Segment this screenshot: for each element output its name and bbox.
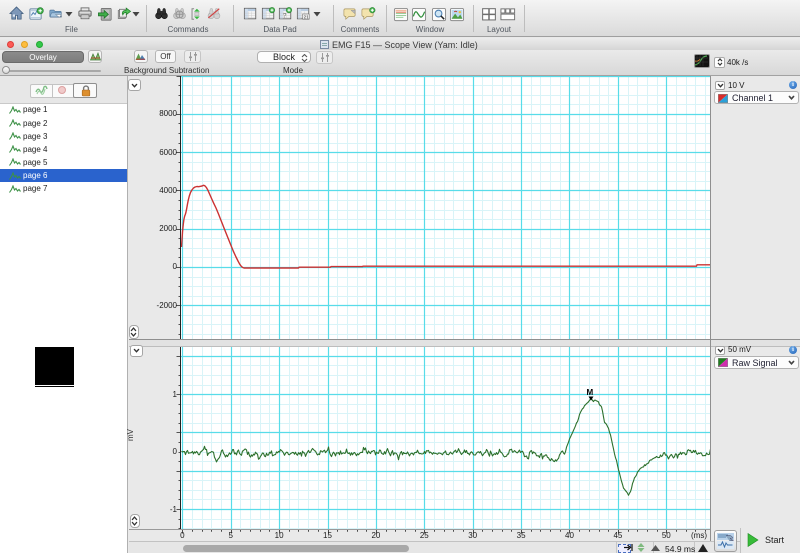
svg-text:21: 21 xyxy=(303,15,309,21)
svg-text:?: ? xyxy=(283,13,287,20)
